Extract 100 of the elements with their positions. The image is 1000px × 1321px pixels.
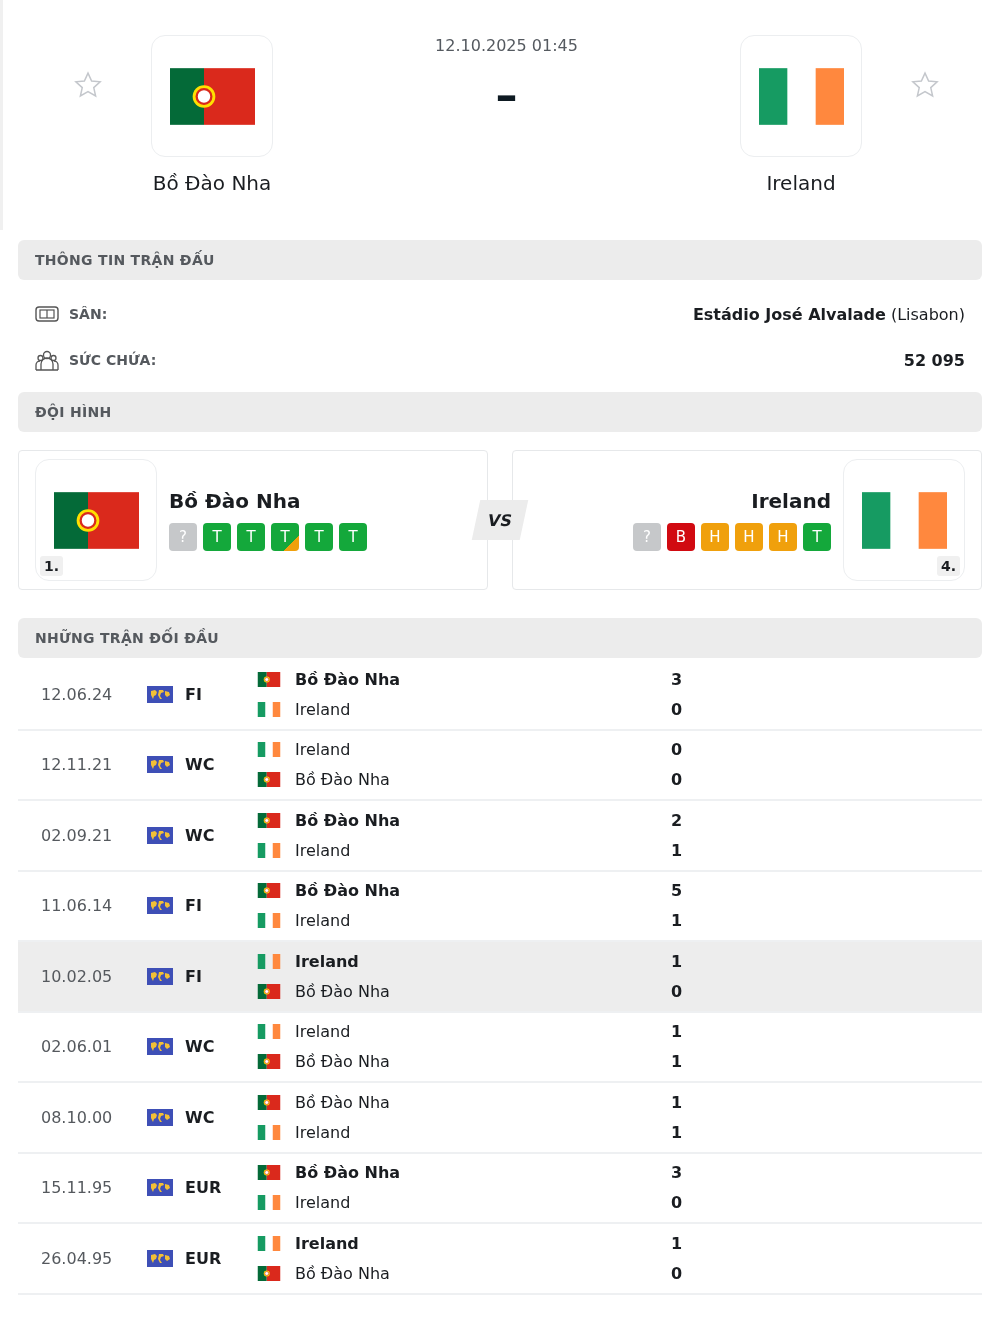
world-map-icon — [147, 967, 173, 985]
star-icon[interactable] — [73, 70, 103, 100]
flag-icon — [169, 67, 255, 125]
info-label: SÂN: — [69, 306, 109, 322]
world-map-icon — [147, 1038, 173, 1056]
lineup-card[interactable]: 4. Ireland ? B H H H T — [512, 450, 982, 590]
team-score: 0 — [671, 770, 683, 790]
match-date: 02.09.21 — [40, 825, 114, 845]
team-name: Ireland — [295, 1022, 352, 1042]
form-badge: T — [203, 523, 231, 551]
info-value: Estádio José Alvalade (Lisabon) — [692, 304, 965, 324]
team-name: Bồ Đào Nha — [295, 770, 391, 790]
form-badge: ? — [169, 523, 197, 551]
team-score: 1 — [671, 840, 683, 860]
form-badge: H — [701, 523, 729, 551]
form-badge: T — [339, 523, 367, 551]
team-name: Bồ Đào Nha — [295, 981, 391, 1001]
team-score: 1 — [671, 951, 683, 971]
people-icon — [35, 348, 59, 372]
team-name: Ireland — [295, 911, 352, 931]
team-name: Bồ Đào Nha — [152, 171, 272, 195]
world-map-icon — [147, 1249, 173, 1267]
world-map-icon — [147, 1179, 173, 1197]
team-score: 1 — [671, 911, 683, 931]
team-score: 0 — [671, 699, 683, 719]
flag-icon — [257, 742, 281, 758]
team-score: 1 — [671, 1092, 683, 1112]
form-badge: H — [769, 523, 797, 551]
stadium-icon — [35, 304, 59, 324]
team-name: Ireland — [766, 171, 836, 195]
team-name: Bồ Đào Nha — [295, 1263, 391, 1283]
team-name: Ireland — [295, 840, 352, 860]
flag-icon — [257, 701, 281, 717]
flag-icon — [257, 1195, 281, 1211]
team-name: Ireland — [295, 699, 352, 719]
lineup-card[interactable]: 1. Bồ Đào Nha ? T T T T T — [18, 450, 488, 590]
team-score: 2 — [671, 810, 683, 830]
flag-icon — [257, 883, 281, 899]
world-map-icon — [147, 897, 173, 915]
flag-icon — [257, 1024, 281, 1040]
match-score: – — [495, 73, 518, 117]
match-date: 12.06.24 — [40, 684, 114, 704]
team-name: Bồ Đào Nha — [295, 810, 402, 830]
section-header: NHỮNG TRẬN ĐỐI ĐẦU — [18, 618, 982, 658]
world-map-icon — [147, 756, 173, 774]
flag-icon — [257, 983, 281, 999]
competition-code: WC — [185, 1037, 216, 1057]
world-map-icon — [147, 826, 173, 844]
flag-icon — [53, 491, 139, 549]
team-score: 0 — [671, 1193, 683, 1213]
flag-icon — [257, 842, 281, 858]
match-date: 11.06.14 — [40, 896, 114, 916]
form-badge: T — [237, 523, 265, 551]
star-icon[interactable] — [910, 70, 940, 100]
section-header: ĐỘI HÌNH — [18, 392, 982, 432]
team-score: 0 — [671, 740, 683, 760]
competition-code: WC — [185, 755, 216, 775]
flag-icon — [257, 1235, 281, 1251]
team-name: Ireland — [751, 489, 831, 513]
competition-code: FI — [185, 684, 203, 704]
form-badge: T — [271, 523, 299, 551]
flag-icon — [861, 491, 947, 549]
team-score: 3 — [671, 669, 683, 689]
competition-code: EUR — [185, 1178, 223, 1198]
team-name: Ireland — [295, 1233, 360, 1253]
team-name: Bồ Đào Nha — [295, 1052, 391, 1072]
team-score: 3 — [671, 1163, 683, 1183]
form-badge: ? — [633, 523, 661, 551]
match-row[interactable]: 10.02.05 FI Ireland 1 Bồ Đào Nha 0 — [18, 942, 982, 1013]
form-badge: T — [305, 523, 333, 551]
competition-code: EUR — [185, 1248, 223, 1268]
team-score: 1 — [671, 1233, 683, 1253]
match-date: 26.04.95 — [40, 1248, 114, 1268]
match-date: 08.10.00 — [40, 1107, 114, 1127]
match-date: 10.02.05 — [40, 966, 114, 986]
rank-badge: 4. — [936, 556, 960, 576]
world-map-icon — [147, 685, 173, 703]
form-badge: T — [803, 523, 831, 551]
world-map-icon — [147, 1108, 173, 1126]
team-score: 0 — [671, 981, 683, 1001]
info-label: SỨC CHỨA: — [69, 352, 158, 368]
match-date: 12.11.21 — [40, 755, 114, 775]
competition-code: FI — [185, 966, 203, 986]
match-date: 15.11.95 — [40, 1178, 114, 1198]
flag-icon — [257, 812, 281, 828]
section-header: THÔNG TIN TRẬN ĐẤU — [18, 240, 982, 280]
team-score: 1 — [671, 1122, 683, 1142]
flag-icon — [257, 1165, 281, 1181]
rank-badge: 1. — [40, 556, 64, 576]
competition-code: WC — [185, 1107, 216, 1127]
flag-icon — [257, 671, 281, 687]
form-badge: B — [667, 523, 695, 551]
flag-icon — [257, 1265, 281, 1281]
flag-icon — [257, 1094, 281, 1110]
team-score: 1 — [671, 1022, 683, 1042]
flag-icon — [758, 67, 844, 125]
flag-icon — [257, 1054, 281, 1070]
team-name: Bồ Đào Nha — [295, 669, 402, 689]
competition-code: WC — [185, 825, 216, 845]
info-value: 52 095 — [903, 350, 965, 370]
